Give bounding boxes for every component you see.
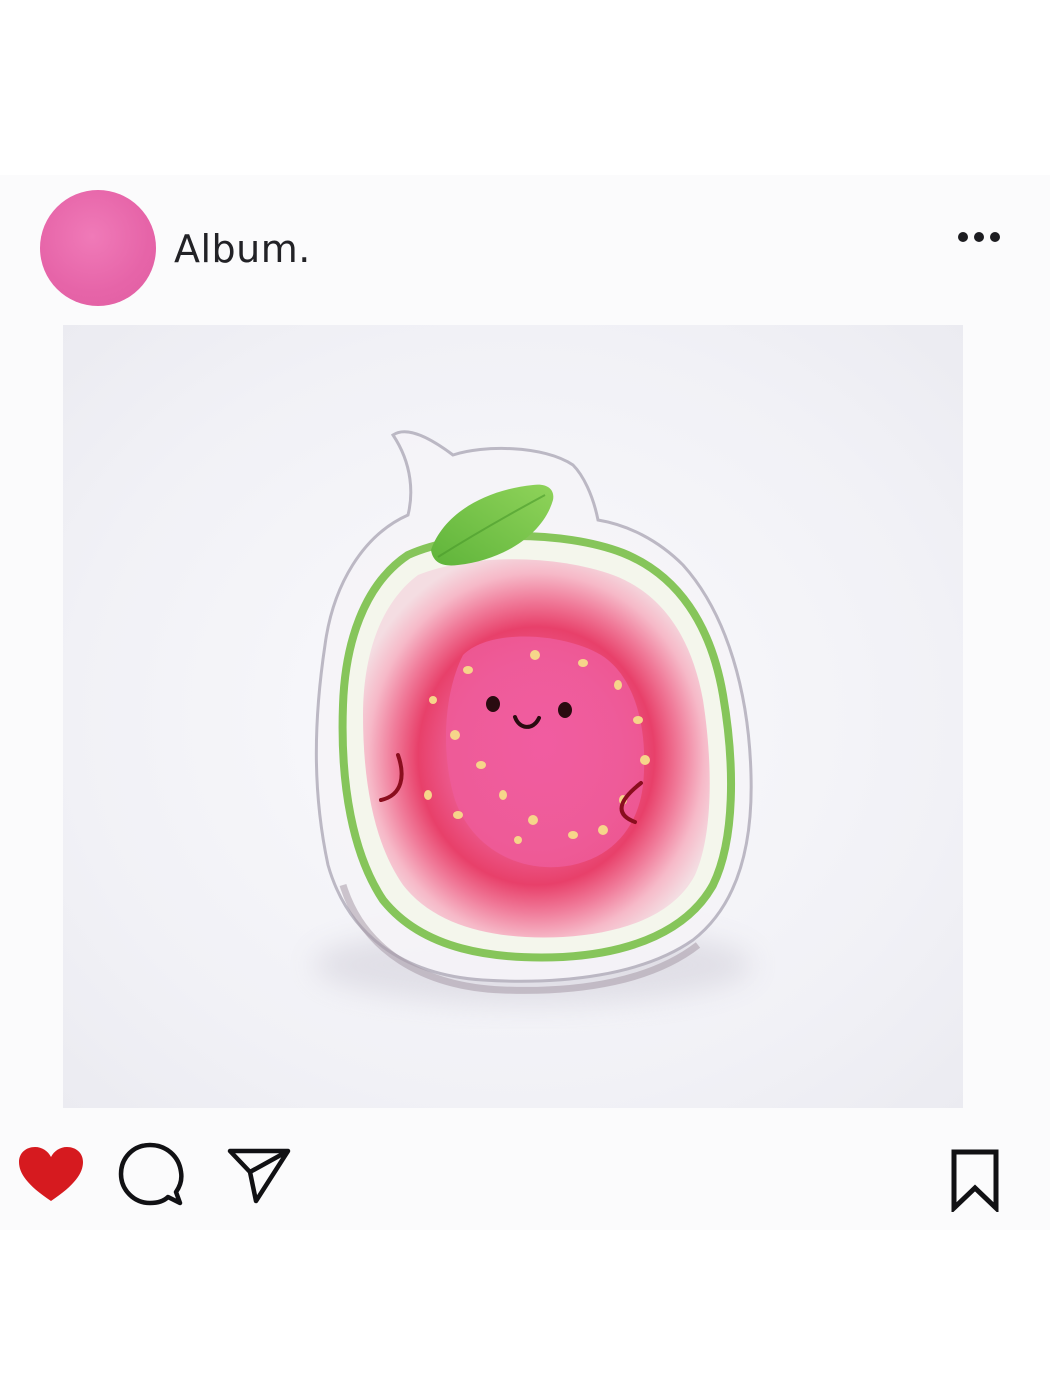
save-button[interactable] <box>942 1140 1008 1220</box>
post-card: Album. <box>0 175 1050 1230</box>
action-bar <box>0 1140 1050 1230</box>
post-photo[interactable] <box>63 325 963 1108</box>
guava-eye-right <box>558 702 572 718</box>
send-icon <box>227 1148 291 1204</box>
heart-icon <box>19 1147 83 1201</box>
more-horizontal-icon-dot <box>974 232 984 242</box>
share-button[interactable] <box>222 1140 296 1210</box>
more-horizontal-icon-dot <box>990 232 1000 242</box>
guava-core <box>445 636 645 868</box>
more-options-button[interactable] <box>948 217 1010 257</box>
page: Album. <box>0 0 1050 1400</box>
avatar[interactable] <box>40 190 156 306</box>
guava-eye-left <box>486 696 500 712</box>
comment-icon <box>118 1142 184 1206</box>
post-header: Album. <box>0 175 1050 325</box>
comment-button[interactable] <box>116 1140 186 1210</box>
username[interactable]: Album. <box>174 227 311 271</box>
like-button[interactable] <box>14 1140 88 1210</box>
more-horizontal-icon <box>958 232 968 242</box>
bookmark-icon <box>951 1149 999 1212</box>
guava-pin-illustration <box>313 430 753 1005</box>
